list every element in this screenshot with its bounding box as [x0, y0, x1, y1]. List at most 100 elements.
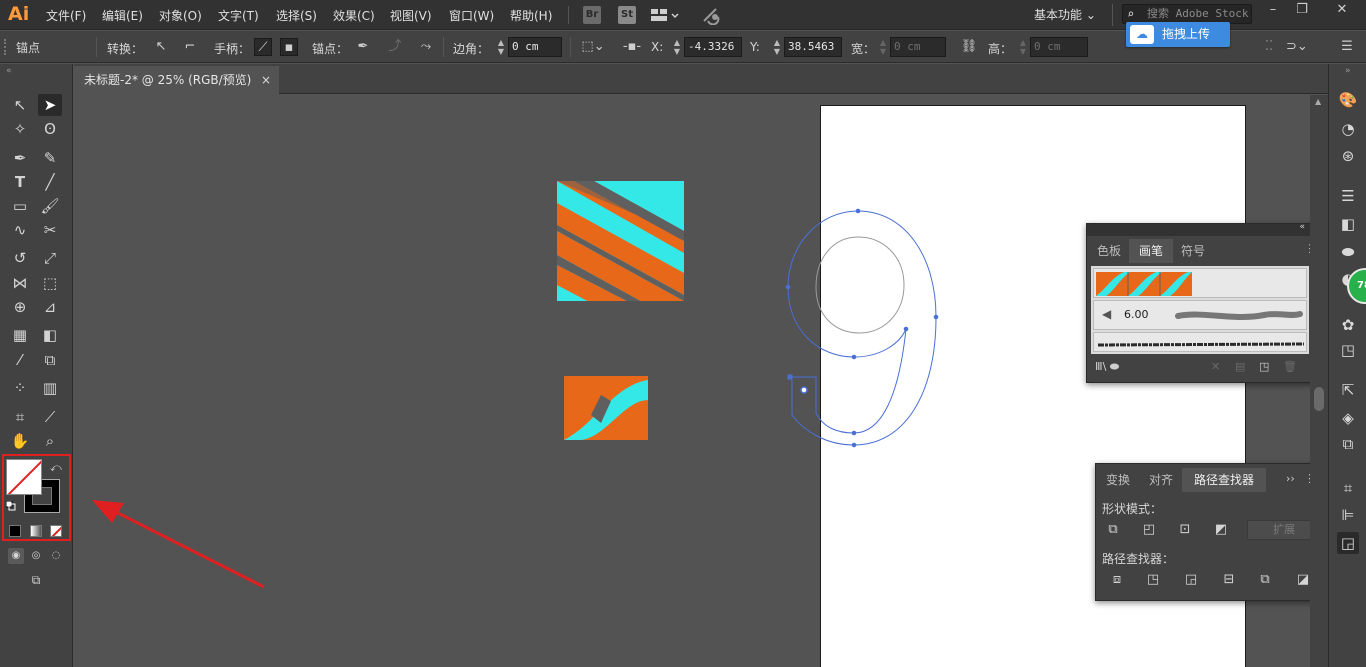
y-stepper[interactable]: ▲ ▼: [772, 38, 782, 56]
hand-tool-icon[interactable]: ✋: [8, 430, 32, 452]
zoom-tool-icon[interactable]: ⌕: [38, 430, 62, 452]
new-brush-icon[interactable]: ◳: [1259, 360, 1269, 373]
color-guide-icon[interactable]: ◔: [1337, 118, 1359, 140]
perspective-grid-tool-icon[interactable]: ⊿: [38, 296, 62, 318]
connect-anchors-icon[interactable]: ⤴: [386, 38, 404, 56]
paintbrush-tool-icon[interactable]: 🖌: [38, 195, 62, 217]
minus-front-icon[interactable]: ◰: [1138, 520, 1160, 540]
scroll-up-icon[interactable]: ▲: [1315, 97, 1321, 106]
isolate-icon[interactable]: ⁚⁚: [1260, 38, 1278, 56]
collapse-icon[interactable]: «: [6, 66, 12, 76]
outline-icon[interactable]: ⧉: [1254, 570, 1276, 590]
layers-panel-icon[interactable]: ◈: [1337, 407, 1359, 429]
pen-tool-icon[interactable]: ✒: [8, 147, 32, 169]
rotate-tool-icon[interactable]: ↺: [8, 247, 32, 269]
menu-help[interactable]: 帮助(H): [510, 7, 552, 24]
minimize-button[interactable]: –: [1262, 2, 1284, 20]
tab-transform[interactable]: 变换: [1098, 468, 1138, 492]
brush-pattern-tile[interactable]: [564, 376, 648, 440]
unite-icon[interactable]: ⧉: [1102, 520, 1124, 540]
convert-to-smooth-icon[interactable]: ⌐: [181, 38, 199, 56]
trim-icon[interactable]: ◳: [1142, 570, 1164, 590]
height-input[interactable]: 0 cm: [1030, 37, 1088, 57]
close-window-button[interactable]: ✕: [1331, 2, 1353, 20]
draw-behind-icon[interactable]: ◎: [28, 548, 44, 564]
divide-icon[interactable]: ⧈: [1106, 570, 1128, 590]
menu-effect[interactable]: 效果(C): [333, 7, 375, 24]
intersect-icon[interactable]: ⊡: [1174, 520, 1196, 540]
symbol-sprayer-tool-icon[interactable]: ⁘: [8, 377, 32, 399]
pathfinder-panel-icon[interactable]: ◲: [1337, 532, 1359, 554]
menu-file[interactable]: 文件(F): [46, 7, 86, 24]
transform-options-icon[interactable]: ⬚⌄: [580, 38, 606, 56]
align-panel-icon[interactable]: ⊫: [1337, 504, 1359, 526]
gradient-panel-icon[interactable]: ◧: [1337, 213, 1359, 235]
symbols-panel-icon[interactable]: ✿: [1337, 314, 1359, 336]
show-handles-icon[interactable]: ⟋: [254, 38, 272, 56]
x-stepper[interactable]: ▲ ▼: [672, 38, 682, 56]
art-brush-item[interactable]: ◀ 6.00: [1093, 300, 1307, 330]
corner-radius-input[interactable]: 0 cm: [508, 37, 562, 57]
close-tab-icon[interactable]: ×: [261, 66, 271, 94]
restore-button[interactable]: ❐: [1291, 2, 1313, 20]
menu-edit[interactable]: 编辑(E): [102, 7, 143, 24]
color-panel-icon[interactable]: 🎨: [1337, 89, 1359, 111]
brush-libraries-icon[interactable]: Ⅲ\ ⬬: [1095, 360, 1119, 374]
mesh-tool-icon[interactable]: ▦: [8, 324, 32, 346]
remove-anchor-icon[interactable]: ✒: [354, 38, 372, 56]
panel-menu-icon[interactable]: ☰: [1338, 38, 1356, 56]
eyedropper-tool-icon[interactable]: ⁄: [8, 349, 32, 371]
menu-view[interactable]: 视图(V): [390, 7, 432, 24]
line-tool-icon[interactable]: ╱: [38, 171, 62, 193]
expand-button[interactable]: 扩展: [1247, 520, 1310, 540]
width-tool-icon[interactable]: ⋈: [8, 272, 32, 294]
recolor-icon[interactable]: ⊃⌄: [1286, 38, 1308, 56]
rectangle-tool-icon[interactable]: ▭: [8, 195, 32, 217]
hide-handles-icon[interactable]: ▪: [280, 38, 298, 56]
shape-builder-tool-icon[interactable]: ⊕: [8, 296, 32, 318]
tab-symbols[interactable]: 符号: [1175, 239, 1211, 263]
expand-dock-icon[interactable]: »: [1345, 66, 1351, 76]
magic-wand-tool-icon[interactable]: ✧: [8, 118, 32, 140]
link-proportions-icon[interactable]: ⛓: [960, 38, 978, 56]
artboards-panel-icon[interactable]: ⧉: [1337, 433, 1359, 455]
type-tool-icon[interactable]: T: [8, 171, 32, 193]
gradient-tool-icon[interactable]: ◧: [38, 324, 62, 346]
merge-icon[interactable]: ◲: [1180, 570, 1202, 590]
shaper-tool-icon[interactable]: ∿: [8, 219, 32, 241]
blend-tool-icon[interactable]: ⧉: [38, 349, 62, 371]
draw-normal-icon[interactable]: ◉: [8, 548, 24, 564]
stock-button[interactable]: St: [618, 6, 636, 24]
exclude-icon[interactable]: ◩: [1210, 520, 1232, 540]
reference-point-icon[interactable]: -▪-: [621, 38, 643, 56]
transparency-panel-icon[interactable]: ⬬: [1337, 241, 1359, 263]
tab-pathfinder[interactable]: 路径查找器: [1182, 468, 1266, 492]
striped-square-artwork[interactable]: [557, 181, 684, 325]
drag-upload-button[interactable]: ☁ 拖拽上传: [1126, 22, 1230, 47]
menu-object[interactable]: 对象(O): [159, 7, 202, 24]
graphic-styles-icon[interactable]: ◳: [1337, 339, 1359, 361]
lasso-tool-icon[interactable]: ʘ: [38, 118, 62, 140]
tab-swatches[interactable]: 色板: [1091, 239, 1127, 263]
column-graph-tool-icon[interactable]: ▥: [38, 377, 62, 399]
artboard-tool-icon[interactable]: ⌗: [8, 406, 32, 428]
y-input[interactable]: 38.5463 c: [784, 37, 842, 57]
vertical-scroll-thumb[interactable]: [1314, 387, 1324, 411]
minus-back-icon[interactable]: ◪: [1292, 570, 1310, 590]
menu-window[interactable]: 窗口(W): [449, 7, 494, 24]
free-transform-tool-icon[interactable]: ⬚: [38, 272, 62, 294]
width-stepper[interactable]: ▲ ▼: [878, 38, 888, 56]
brush-options-icon[interactable]: ▤: [1235, 360, 1245, 373]
arrange-documents-button[interactable]: [650, 6, 680, 24]
crop-icon[interactable]: ⊟: [1218, 570, 1240, 590]
panel-title-bar[interactable]: « ✕: [1087, 222, 1310, 236]
document-tab[interactable]: 未标题-2* @ 25% (RGB/预览) ×: [74, 66, 279, 94]
recolor-artwork-icon[interactable]: ⊛: [1337, 145, 1359, 167]
cut-path-icon[interactable]: ⤳: [417, 38, 435, 56]
delete-brush-icon[interactable]: 🗑: [1283, 360, 1297, 373]
transform-panel-icon[interactable]: ⌗: [1337, 477, 1359, 499]
stock-search-input[interactable]: ⌕ 搜索 Adobe Stock: [1122, 4, 1252, 24]
export-icon[interactable]: ⇱: [1337, 379, 1359, 401]
tab-align[interactable]: 对齐: [1142, 468, 1180, 492]
scissors-tool-icon[interactable]: ✂: [38, 219, 62, 241]
